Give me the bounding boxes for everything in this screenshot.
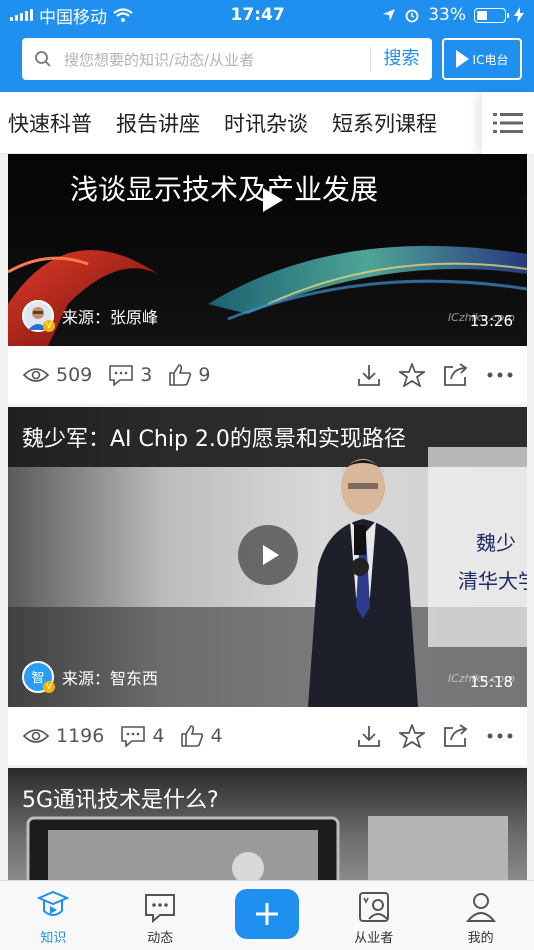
thumbs-up-icon <box>181 725 204 747</box>
video-card[interactable]: 5G通讯技术是什么? <box>8 768 527 880</box>
comment-icon <box>109 365 134 386</box>
more-icon[interactable] <box>487 371 513 379</box>
video-thumbnail[interactable]: 魏少军：AI Chip 2.0的愿景和实现路径 魏少 清华大学 智 V 来源：智… <box>8 407 527 707</box>
more-icon[interactable] <box>487 732 513 740</box>
stats-bar: 1196 4 4 <box>8 707 527 765</box>
video-feed: 浅谈显示技术及产业发展 V 来源：张原峰 ICzhiku.com 13:26 5… <box>0 154 534 880</box>
star-icon[interactable] <box>399 724 425 748</box>
video-card[interactable]: 浅谈显示技术及产业发展 V 来源：张原峰 ICzhiku.com 13:26 5… <box>8 154 527 404</box>
tab-lectures[interactable]: 报告讲座 <box>116 108 200 138</box>
signal-icon <box>10 9 33 21</box>
nav-add[interactable] <box>214 881 321 950</box>
view-count: 1196 <box>22 725 104 747</box>
charging-icon <box>513 7 524 23</box>
alarm-icon <box>405 9 419 23</box>
stats-bar: 509 3 9 <box>8 346 527 404</box>
video-title: 浅谈显示技术及产业发展 <box>70 173 379 206</box>
avatar: 智 V <box>22 661 55 693</box>
tab-short-courses[interactable]: 短系列课程 <box>332 108 437 138</box>
nav-practitioner[interactable]: 从业者 <box>320 881 427 950</box>
comment-count[interactable]: 4 <box>120 725 164 747</box>
video-duration: 15:18 <box>469 673 513 691</box>
play-icon <box>455 50 469 68</box>
view-count: 509 <box>22 364 92 386</box>
video-thumbnail[interactable]: 浅谈显示技术及产业发展 V 来源：张原峰 ICzhiku.com 13:26 <box>8 154 527 346</box>
search-box[interactable]: 搜您想要的知识/动态/从业者 搜索 <box>22 38 432 80</box>
plus-icon <box>255 903 278 925</box>
search-icon <box>22 50 64 68</box>
video-source: 来源：智东西 <box>62 669 159 688</box>
comment-icon <box>121 726 146 747</box>
tab-menu-button[interactable] <box>482 92 534 154</box>
search-button[interactable]: 搜索 <box>370 46 432 72</box>
video-source: 来源：张原峰 <box>62 308 159 327</box>
verified-icon: V <box>43 681 55 693</box>
search-input[interactable]: 搜您想要的知识/动态/从业者 <box>64 49 370 70</box>
nav-mine[interactable]: 我的 <box>427 881 534 950</box>
user-icon <box>465 893 496 922</box>
play-button[interactable] <box>240 170 300 230</box>
download-icon[interactable] <box>357 363 381 387</box>
status-time: 17:47 <box>230 5 285 25</box>
nav-knowledge[interactable]: 知识 <box>0 881 107 950</box>
chat-icon <box>145 894 176 923</box>
play-button[interactable] <box>238 525 298 585</box>
wifi-icon <box>113 7 133 22</box>
status-bar: 中国移动 17:47 33% <box>0 0 534 30</box>
category-tabs: 快速科普 报告讲座 时讯杂谈 短系列课程 <box>0 92 534 154</box>
like-count[interactable]: 4 <box>180 725 223 747</box>
video-thumbnail[interactable]: 5G通讯技术是什么? <box>8 768 527 880</box>
ic-radio-button[interactable]: IC电台 <box>442 38 522 80</box>
video-title: 5G通讯技术是什么? <box>22 788 219 813</box>
star-icon[interactable] <box>399 363 425 387</box>
video-card[interactable]: 魏少军：AI Chip 2.0的愿景和实现路径 魏少 清华大学 智 V 来源：智… <box>8 407 527 765</box>
add-button[interactable] <box>234 889 299 939</box>
video-title: 魏少军：AI Chip 2.0的愿景和实现路径 <box>22 427 406 452</box>
comment-count[interactable]: 3 <box>108 364 152 386</box>
like-count[interactable]: 9 <box>168 364 210 386</box>
location-icon <box>383 9 396 21</box>
battery-percent: 33% <box>428 5 466 25</box>
bottom-nav: 知识 动态 从业者 我的 <box>0 880 534 950</box>
list-menu-icon <box>493 113 523 133</box>
tab-quick-science[interactable]: 快速科普 <box>8 108 92 138</box>
eye-icon <box>22 729 50 743</box>
stage-text: 魏少 <box>476 531 516 555</box>
radio-label: IC电台 <box>472 52 509 67</box>
share-icon[interactable] <box>443 363 469 387</box>
nav-dynamic[interactable]: 动态 <box>107 881 214 950</box>
eye-icon <box>22 368 50 382</box>
share-icon[interactable] <box>443 724 469 748</box>
thumbs-up-icon <box>169 364 192 386</box>
carrier: 中国移动 <box>39 7 107 28</box>
graduation-cap-icon <box>36 890 70 916</box>
download-icon[interactable] <box>357 724 381 748</box>
battery-icon <box>473 7 509 23</box>
video-duration: 13:26 <box>469 312 513 330</box>
verified-icon: V <box>43 320 55 332</box>
id-card-icon <box>358 892 389 922</box>
app-header: 中国移动 17:47 33% 搜您想要的知识/动态/从业者 搜索 IC电台 <box>0 0 534 92</box>
stage-text: 清华大学 <box>458 569 527 593</box>
tab-news[interactable]: 时讯杂谈 <box>224 108 308 138</box>
avatar: V <box>22 300 55 332</box>
